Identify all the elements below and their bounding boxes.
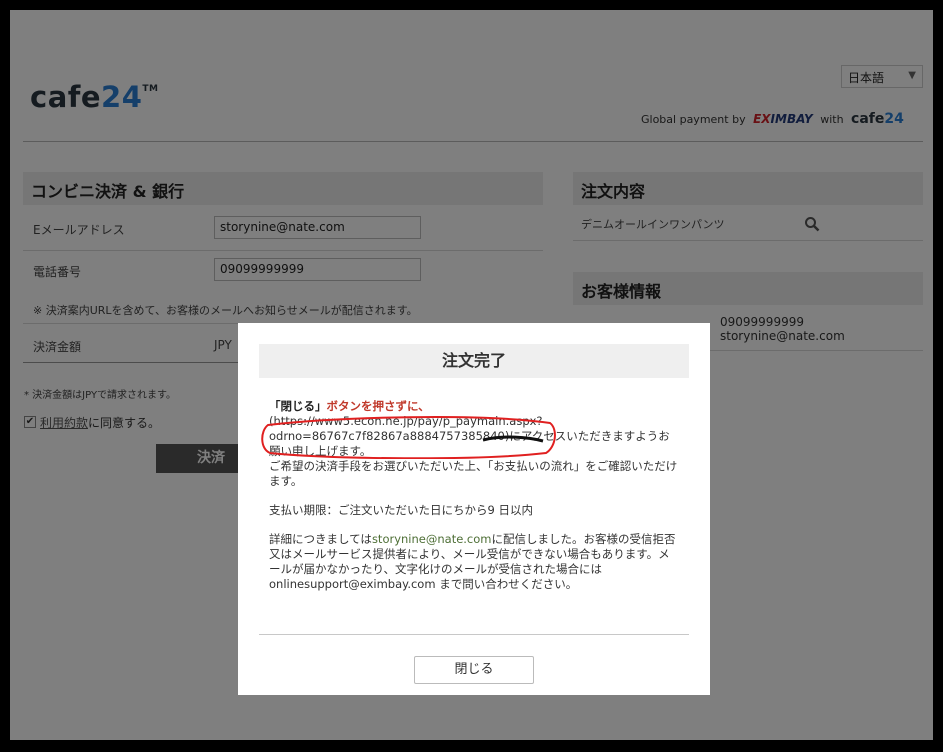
- detail-prefix: 詳細につきましては: [269, 532, 372, 546]
- dialog-divider: [259, 634, 689, 635]
- browser-viewport: cafe24TM 日本語 ▼ Global payment by EXIMBAY…: [10, 10, 933, 740]
- close-quote: 「閉じる」: [269, 399, 327, 413]
- support-email: onlinesupport@eximbay.com: [269, 577, 436, 591]
- close-instruction: ボタンを押さずに、: [326, 399, 430, 413]
- confirm-text: ご希望の決済手段をお選びいただいた上、「お支払いの流れ」をご確認いただけます。: [269, 459, 678, 488]
- red-annotation-circle: [261, 416, 556, 459]
- deadline-text: 支払い期限：ご注文いただいた日にちから9 日以内: [269, 503, 533, 517]
- support-suffix: まで問い合わせください。: [435, 577, 578, 591]
- close-button[interactable]: 閉じる: [414, 656, 534, 684]
- order-complete-dialog: 注文完了 「閉じる」ボタンを押さずに、 (https://www5.econ.n…: [238, 323, 710, 695]
- dialog-title: 注文完了: [259, 344, 689, 378]
- detail-email: storynine@nate.com: [371, 532, 492, 546]
